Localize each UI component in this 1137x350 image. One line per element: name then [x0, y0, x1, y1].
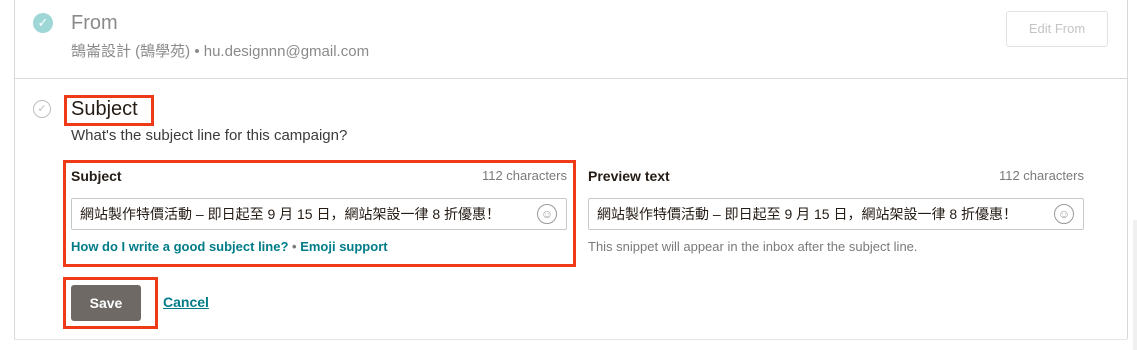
divider [14, 339, 1127, 340]
subject-question: What's the subject line for this campaig… [71, 127, 348, 144]
preview-text-input[interactable]: 網站製作特價活動 – 即日起至 9 月 15 日，網站架設一律 8 折優惠！ [588, 198, 1084, 230]
subject-title-highlight [64, 95, 154, 126]
preview-char-count: 112 characters [998, 168, 1084, 183]
save-button-highlight [63, 277, 158, 329]
incomplete-check-icon: ✓ [33, 100, 51, 118]
subject-field-highlight [63, 160, 576, 267]
emoji-icon[interactable]: ☺ [1054, 204, 1074, 224]
preview-helper-text: This snippet will appear in the inbox af… [588, 239, 918, 254]
preview-field-label: Preview text [588, 168, 670, 184]
edit-from-button[interactable]: Edit From [1006, 11, 1108, 47]
from-detail: 鵠崙設計 (鵠學苑) • hu.designnn@gmail.com [71, 43, 370, 60]
completed-check-icon: ✓ [33, 13, 53, 33]
scrollbar[interactable] [1133, 220, 1137, 350]
cancel-link[interactable]: Cancel [163, 294, 209, 310]
from-title: From [71, 12, 118, 34]
